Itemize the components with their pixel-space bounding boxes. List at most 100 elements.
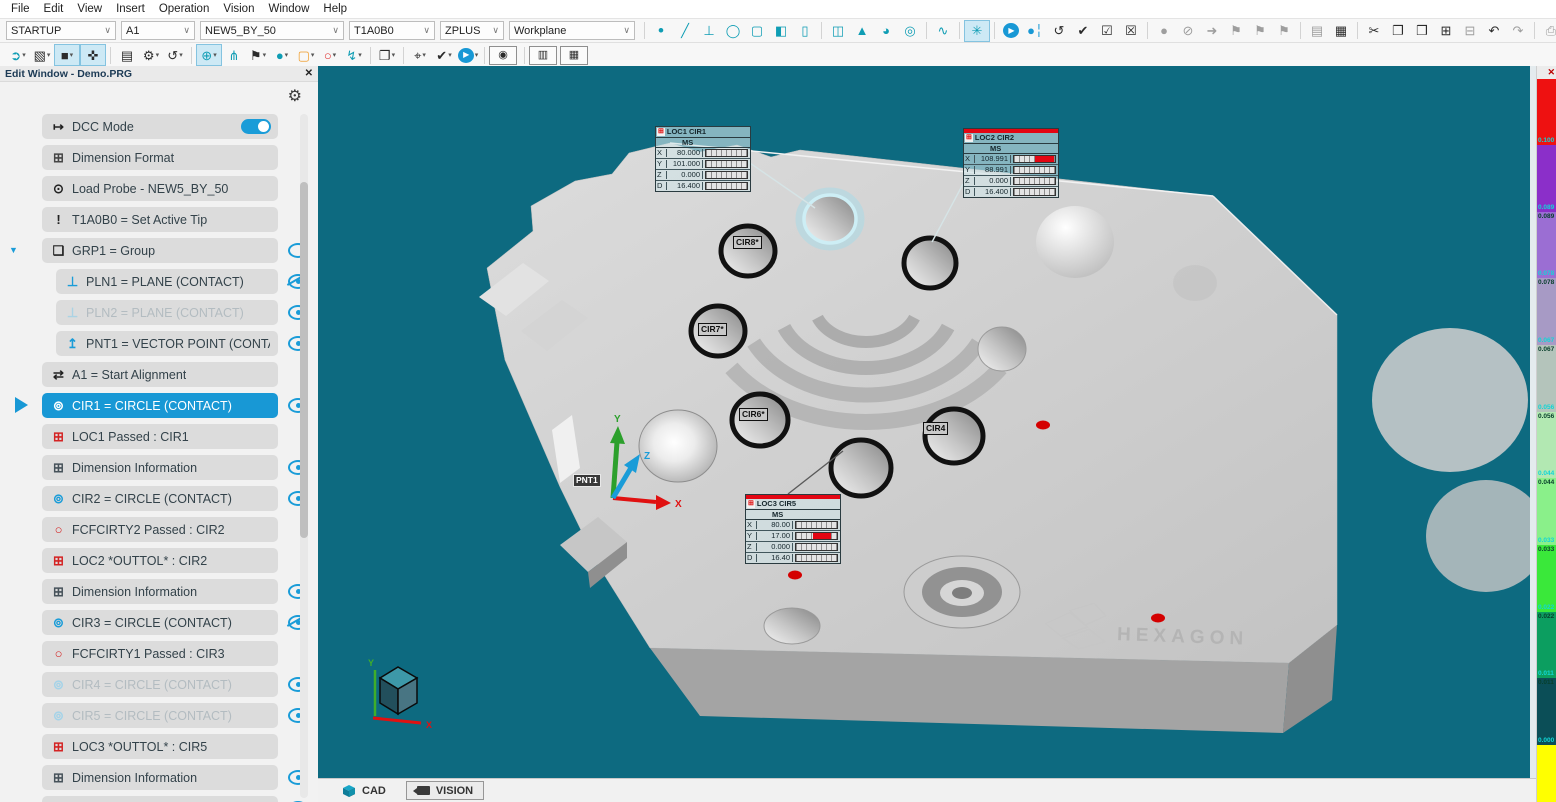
redo-icon[interactable]: ↷ <box>1506 21 1530 41</box>
cone-icon[interactable]: ▲ <box>850 21 874 41</box>
hole-cir4[interactable] <box>925 409 983 463</box>
execute-program-icon[interactable]: ▶ <box>999 21 1023 41</box>
menu-operation[interactable]: Operation <box>152 2 217 16</box>
command-item[interactable]: ⊞LOC1 Passed : CIR1 <box>42 424 278 449</box>
plane-icon[interactable]: ⊥ <box>697 21 721 41</box>
rectangle-icon[interactable]: ▯ <box>793 21 817 41</box>
expand-arrow-icon[interactable]: ▼ <box>9 245 18 255</box>
menu-edit[interactable]: Edit <box>37 2 71 16</box>
stop-icon[interactable]: ● <box>1152 21 1176 41</box>
square-slot-icon[interactable]: ◧ <box>769 21 793 41</box>
menu-window[interactable]: Window <box>261 2 316 16</box>
pattern-icon[interactable]: ⊟ <box>1458 21 1482 41</box>
command-item[interactable]: ↦DCC Mode <box>42 114 278 139</box>
auto-feature-icon[interactable]: ✳ <box>964 20 990 42</box>
mark-icon[interactable]: ✔ <box>1071 21 1095 41</box>
dcc-mode-toggle[interactable] <box>241 119 271 134</box>
tab-vision[interactable]: VISION <box>406 781 484 800</box>
feature-label-cir4[interactable]: CIR4 <box>923 422 948 435</box>
command-item[interactable]: ○FCFCIRTY1 Passed : CIR3 <box>42 641 278 666</box>
command-item[interactable]: ⊚CIR4 = CIRCLE (CONTACT) <box>42 672 278 697</box>
command-item[interactable]: ⊚CIR5 = CIRCLE (CONTACT) <box>42 703 278 728</box>
command-item[interactable]: ⊥PLN1 = PLANE (CONTACT) <box>56 269 278 294</box>
startup-dropdown[interactable]: STARTUP∨ <box>6 21 116 40</box>
report-icon[interactable]: ▤ <box>1305 21 1329 41</box>
command-item[interactable]: ⊚CIR3 = CIRCLE (CONTACT) <box>42 610 278 635</box>
cylinder-icon[interactable]: ◫ <box>826 21 850 41</box>
circle-icon[interactable]: ◯ <box>721 21 745 41</box>
cancel-icon[interactable]: ⊘ <box>1176 21 1200 41</box>
command-item[interactable]: ⊞Dimension Information <box>42 765 278 790</box>
continue-icon[interactable]: ➜ <box>1200 21 1224 41</box>
command-item[interactable]: ⊚CIR6 = CIRCLE (CONTACT) <box>42 796 278 802</box>
command-item[interactable]: ⊞LOC2 *OUTTOL* : CIR2 <box>42 548 278 573</box>
command-item[interactable]: ⇄A1 = Start Alignment <box>42 362 278 387</box>
command-item[interactable]: ⊞Dimension Format <box>42 145 278 170</box>
live-view-icon[interactable]: ▥ <box>529 46 557 65</box>
copy-pages-icon[interactable]: ❐▾ <box>375 45 399 65</box>
feature-label-cir8[interactable]: CIR8* <box>733 236 762 249</box>
comment-icon[interactable]: ▤ <box>115 45 139 65</box>
menu-help[interactable]: Help <box>316 2 354 16</box>
torus-icon[interactable]: ◎ <box>898 21 922 41</box>
command-item[interactable]: !T1A0B0 = Set Active Tip <box>42 207 278 232</box>
close-icon[interactable]: ✕ <box>1547 67 1555 78</box>
quick-measure-icon[interactable]: ↯▾ <box>342 45 366 65</box>
orientation-cube[interactable]: Y X <box>368 658 432 730</box>
workplane-icon[interactable]: ▢▾ <box>294 45 318 65</box>
menu-vision[interactable]: Vision <box>216 2 261 16</box>
command-item[interactable]: ⊞Dimension Information <box>42 455 278 480</box>
hole-cir2[interactable] <box>904 238 956 288</box>
view-orientation-icon[interactable]: ⊕▾ <box>196 44 222 66</box>
paste-icon[interactable]: ❒ <box>1410 21 1434 41</box>
wireframe-view-icon[interactable]: ▧▾ <box>30 45 54 65</box>
cad-viewport[interactable]: HEXAGON X Y Z Y X ⊞LOC1 CIR1MSX80.000Y10… <box>318 66 1536 778</box>
command-item[interactable]: ▼❏GRP1 = Group <box>42 238 278 263</box>
probe-vector-icon[interactable]: ⋔ <box>222 45 246 65</box>
loop-icon[interactable]: ↺ <box>1047 21 1071 41</box>
hole-cir1-highlighted[interactable] <box>804 195 856 243</box>
bookmark-icon[interactable]: ⚑ <box>1224 21 1248 41</box>
workplane-dropdown[interactable]: Workplane∨ <box>509 21 635 40</box>
gear-icon[interactable]: ⚙ <box>288 86 302 106</box>
feature-label-cir6[interactable]: CIR6* <box>739 408 768 421</box>
feature-label-cir7[interactable]: CIR7* <box>698 323 727 336</box>
probe-mode-icon[interactable]: ➲▾ <box>6 45 30 65</box>
round-slot-icon[interactable]: ▢ <box>745 21 769 41</box>
menu-file[interactable]: File <box>4 2 37 16</box>
paste-pattern-icon[interactable]: ⊞ <box>1434 21 1458 41</box>
bookmark-delete-icon[interactable]: ⚑ <box>1272 21 1296 41</box>
command-item[interactable]: ⊞Dimension Information <box>42 579 278 604</box>
report-view-icon[interactable]: ▦ <box>560 46 588 65</box>
command-item[interactable]: ⊚CIR2 = CIRCLE (CONTACT) <box>42 486 278 511</box>
command-item[interactable]: ⊚CIR1 = CIRCLE (CONTACT) <box>42 393 278 418</box>
scrollbar-track[interactable] <box>300 114 308 798</box>
sphere-fit-icon[interactable]: ●▾ <box>270 45 294 65</box>
mark-complete-icon[interactable]: ✔▾ <box>432 45 456 65</box>
feature-label-pnt1[interactable]: PNT1 <box>573 474 601 487</box>
command-item[interactable]: ⊥PLN2 = PLANE (CONTACT) <box>56 300 278 325</box>
tab-cad[interactable]: CAD <box>332 783 396 799</box>
probe-dropdown[interactable]: NEW5_BY_50∨ <box>200 21 344 40</box>
execute-feature-icon[interactable]: ●╎ <box>1023 21 1047 41</box>
hole-front[interactable] <box>764 608 820 644</box>
workplane-axis-dropdown[interactable]: ZPLUS∨ <box>440 21 504 40</box>
command-item[interactable]: ⊙Load Probe - NEW5_BY_50 <box>42 176 278 201</box>
menu-insert[interactable]: Insert <box>109 2 152 16</box>
line-icon[interactable]: ╱ <box>673 21 697 41</box>
command-item[interactable]: ⊞LOC3 *OUTTOL* : CIR5 <box>42 734 278 759</box>
report-grid-icon[interactable]: ▦ <box>1329 21 1353 41</box>
curve-icon[interactable]: ∿ <box>931 21 955 41</box>
camera-icon[interactable]: ◉ <box>489 46 517 65</box>
rotate-view-icon[interactable]: ↺▾ <box>163 45 187 65</box>
execute-mini-icon[interactable]: ▶▾ <box>456 45 480 65</box>
point-icon[interactable]: • <box>649 21 673 41</box>
pan-icon[interactable]: ✜ <box>80 44 106 66</box>
hole-cir5[interactable] <box>831 440 891 496</box>
sphere-icon[interactable]: ◕ <box>874 21 898 41</box>
cut-icon[interactable]: ✂ <box>1362 21 1386 41</box>
alignment-dropdown[interactable]: A1∨ <box>121 21 195 40</box>
loc2-table[interactable]: ⊞LOC2 CIR2MSX108.991Y88.991Z0.000D16.400 <box>963 128 1059 198</box>
scrollbar-thumb[interactable] <box>300 182 308 538</box>
print-icon[interactable]: ⎙ <box>1539 21 1556 41</box>
